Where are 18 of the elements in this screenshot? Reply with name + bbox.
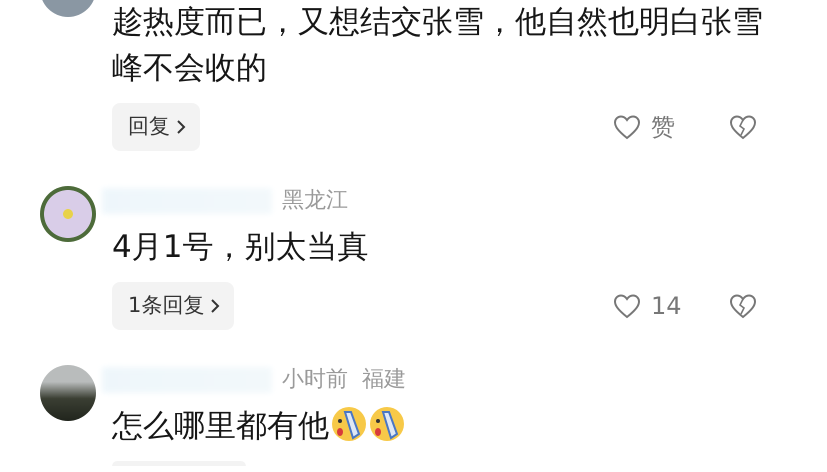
- broken-heart-icon[interactable]: [729, 293, 757, 319]
- comment-meta: 小时前: [282, 366, 348, 394]
- crying-emoji-icon: [369, 406, 405, 442]
- crying-emoji-icon: [331, 406, 367, 442]
- heart-icon[interactable]: [613, 114, 641, 140]
- like-count: 赞: [651, 112, 675, 143]
- comment-text: 4月1号，别太当真: [112, 228, 370, 267]
- reply-button[interactable]: 1条回复: [112, 282, 234, 330]
- chevron-right-icon: [210, 298, 220, 314]
- like-count: 14: [651, 291, 682, 322]
- heart-icon[interactable]: [613, 293, 641, 319]
- chevron-right-icon: [176, 119, 186, 135]
- reply-button[interactable]: 回复: [112, 103, 200, 151]
- comment-text: 怎么哪里都有他: [112, 403, 786, 449]
- broken-heart-icon[interactable]: [729, 114, 757, 140]
- comment-meta: 黑龙江: [282, 187, 348, 215]
- comment-text: 趁热度而已，又想结交张雪，他自然也明白张雪峰不会收的: [112, 3, 764, 88]
- comment-meta: 福建: [362, 366, 406, 394]
